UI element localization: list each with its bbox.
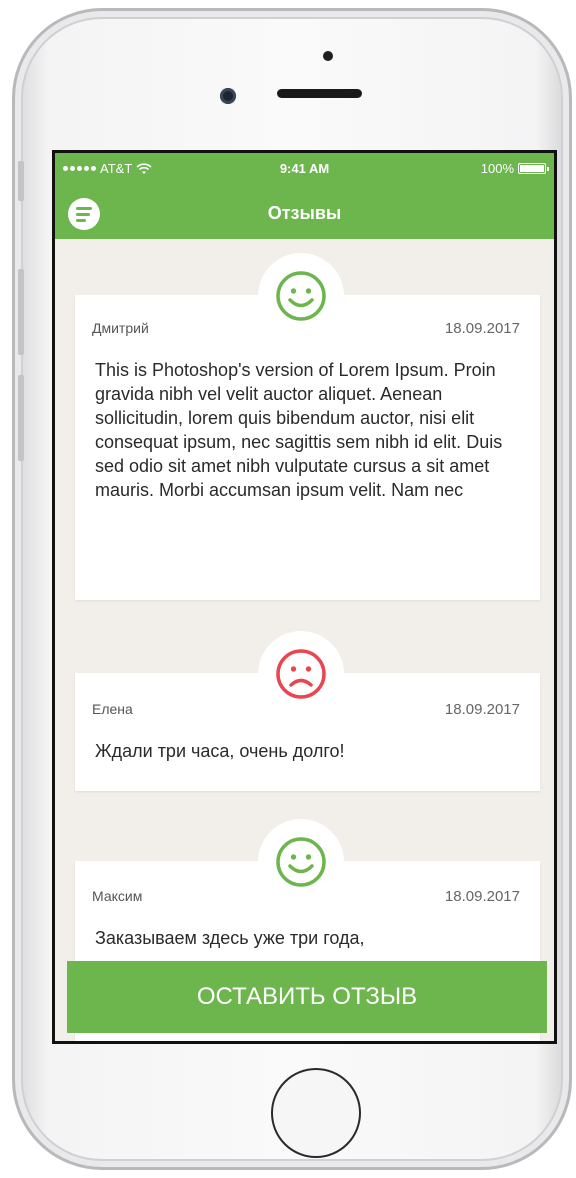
review-card: Дмитрий 18.09.2017 This is Photoshop's v…: [75, 295, 540, 600]
review-author: Максим: [92, 888, 143, 904]
status-time: 9:41 AM: [279, 161, 330, 176]
review-date: 18.09.2017: [444, 320, 520, 337]
volume-down-button: [18, 375, 24, 461]
review-author: Елена: [92, 701, 133, 717]
battery-percent: 100%: [480, 161, 514, 176]
proximity-sensor: [323, 51, 333, 61]
leave-review-button[interactable]: ОСТАВИТЬ ОТЗЫВ: [67, 961, 547, 1033]
review-author: Дмитрий: [92, 320, 149, 336]
happy-face-icon: [258, 253, 344, 339]
front-camera: [220, 88, 236, 104]
mute-switch: [18, 161, 24, 201]
review-text: Ждали три часа, очень долго!: [95, 741, 345, 761]
page-title: Отзывы: [267, 203, 342, 223]
status-bar: AT&T 9:41 AM 100%: [55, 161, 554, 181]
app-header: AT&T 9:41 AM 100% Отзывы: [55, 153, 554, 239]
review-date: 18.09.2017: [444, 888, 520, 905]
volume-up-button: [18, 269, 24, 355]
review-text: This is Photoshop's version of Lorem Ips…: [95, 360, 503, 500]
review-text: Заказываем здесь уже три года,: [95, 928, 365, 948]
review-date: 18.09.2017: [444, 701, 520, 718]
sad-face-icon: [258, 631, 344, 717]
battery-icon: [518, 163, 549, 174]
app-screen: AT&T 9:41 AM 100% Отзывы Дмитрий 18.09.2…: [52, 150, 557, 1044]
earpiece-speaker: [277, 89, 362, 98]
home-button[interactable]: [271, 1068, 361, 1158]
happy-face-icon: [258, 819, 344, 905]
